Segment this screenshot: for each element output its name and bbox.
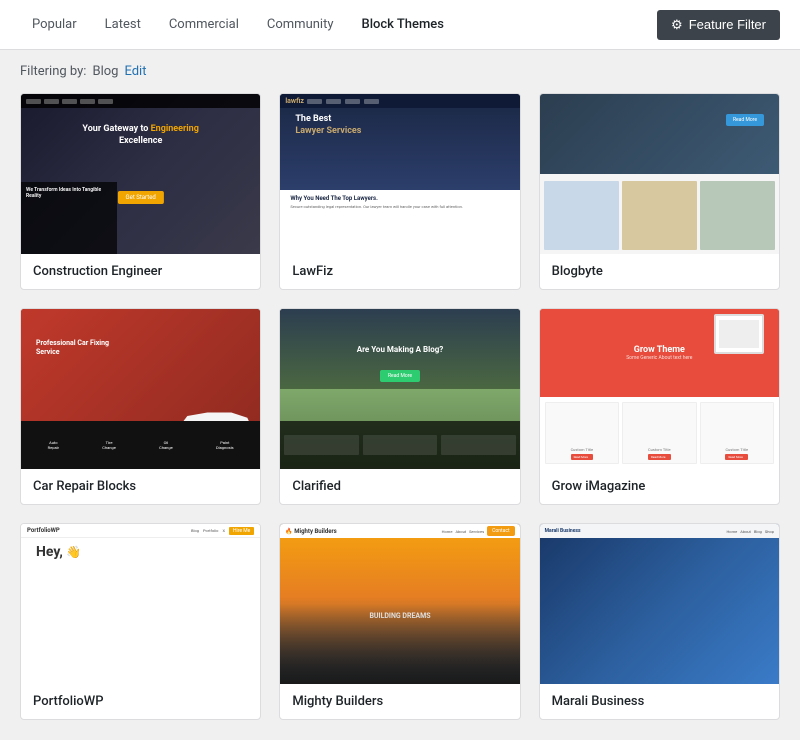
tab-community[interactable]: Community xyxy=(255,9,346,40)
theme-card-blogbyte[interactable]: EZTI HOME ABOUT BLOG CONTACT Read More xyxy=(539,93,780,290)
theme-card-marali[interactable]: Marali Business Home About Blog Shop Mar… xyxy=(539,523,780,720)
theme-thumbnail-construction: Your Gateway to EngineeringExcellence Ge… xyxy=(21,94,260,254)
gear-icon xyxy=(671,17,683,33)
tab-block-themes[interactable]: Block Themes xyxy=(349,9,455,40)
theme-name-blogbyte: Blogbyte xyxy=(540,254,779,289)
theme-card-portfolio[interactable]: PortfolioWP Blog Portfolio X Hire Me Hey… xyxy=(20,523,261,720)
tab-commercial[interactable]: Commercial xyxy=(157,9,251,40)
theme-card-car-repair[interactable]: RAITON Book Appointment Professional Car… xyxy=(20,308,261,505)
theme-thumbnail-clarified: Clarified Are You Making A Blog? Read Mo… xyxy=(280,309,519,469)
filter-bar: Filtering by: Blog Edit xyxy=(0,50,800,93)
theme-thumbnail-car: RAITON Book Appointment Professional Car… xyxy=(21,309,260,469)
theme-card-clarified[interactable]: Clarified Are You Making A Blog? Read Mo… xyxy=(279,308,520,505)
theme-thumbnail-mighty: 🔥 Mighty Builders Home About Services Co… xyxy=(280,524,519,684)
theme-name-grow: Grow iMagazine xyxy=(540,469,779,504)
theme-name-marali: Marali Business xyxy=(540,684,779,719)
tab-popular[interactable]: Popular xyxy=(20,9,89,40)
theme-thumbnail-portfolio: PortfolioWP Blog Portfolio X Hire Me Hey… xyxy=(21,524,260,684)
theme-name-mighty: Mighty Builders xyxy=(280,684,519,719)
filter-edit-link[interactable]: Edit xyxy=(124,64,146,79)
nav-tabs: Popular Latest Commercial Community Bloc… xyxy=(20,9,456,40)
themes-grid: Your Gateway to EngineeringExcellence Ge… xyxy=(0,93,800,740)
theme-thumbnail-blogbyte: EZTI HOME ABOUT BLOG CONTACT Read More xyxy=(540,94,779,254)
theme-name-portfolio: PortfolioWP xyxy=(21,684,260,719)
tab-latest[interactable]: Latest xyxy=(93,9,153,40)
nav-bar: Popular Latest Commercial Community Bloc… xyxy=(0,0,800,50)
theme-thumbnail-grow: HOME ABOUT PORTFOLIO PAGES BLOG CONTACT … xyxy=(540,309,779,469)
filter-tag: Blog xyxy=(92,64,118,79)
theme-card-lawfiz[interactable]: lawfiz The BestLawyer Services Why You N… xyxy=(279,93,520,290)
filtering-by-label: Filtering by: xyxy=(20,64,86,79)
theme-card-mighty[interactable]: 🔥 Mighty Builders Home About Services Co… xyxy=(279,523,520,720)
theme-card-construction-engineer[interactable]: Your Gateway to EngineeringExcellence Ge… xyxy=(20,93,261,290)
theme-name-construction: Construction Engineer xyxy=(21,254,260,289)
theme-name-clarified: Clarified xyxy=(280,469,519,504)
theme-name-car: Car Repair Blocks xyxy=(21,469,260,504)
theme-thumbnail-lawfiz: lawfiz The BestLawyer Services Why You N… xyxy=(280,94,519,254)
page-wrapper: Popular Latest Commercial Community Bloc… xyxy=(0,0,800,740)
theme-thumbnail-marali: Marali Business Home About Blog Shop xyxy=(540,524,779,684)
feature-filter-label: Feature Filter xyxy=(689,17,766,32)
theme-card-grow[interactable]: HOME ABOUT PORTFOLIO PAGES BLOG CONTACT … xyxy=(539,308,780,505)
feature-filter-button[interactable]: Feature Filter xyxy=(657,10,780,40)
theme-name-lawfiz: LawFiz xyxy=(280,254,519,289)
